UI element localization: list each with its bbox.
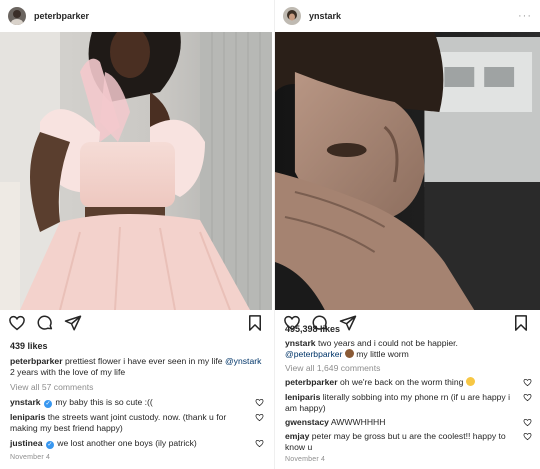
more-options-icon[interactable]: ··· bbox=[518, 10, 532, 22]
bookmark-icon[interactable] bbox=[512, 314, 530, 332]
paper-plane-icon[interactable] bbox=[64, 314, 82, 332]
verified-badge-icon: ✓ bbox=[43, 400, 52, 408]
bookmark-icon[interactable] bbox=[246, 314, 264, 332]
view-all-comments[interactable]: View all 1,649 comments bbox=[285, 363, 380, 373]
comment-heart-icon[interactable] bbox=[523, 378, 532, 387]
avatar[interactable] bbox=[283, 7, 301, 25]
post-username[interactable]: peterbparker bbox=[34, 11, 264, 21]
post-header: ynstark ··· bbox=[275, 0, 540, 32]
comment-username[interactable]: ynstark bbox=[10, 397, 41, 407]
comment-heart-icon[interactable] bbox=[255, 413, 264, 422]
post-username[interactable]: ynstark bbox=[309, 11, 518, 21]
comment-text: we lost another one boys (ily patrick) bbox=[57, 438, 197, 448]
post-date: November 4 bbox=[285, 456, 326, 463]
caption-username[interactable]: ynstark bbox=[285, 338, 316, 348]
comment-heart-icon[interactable] bbox=[255, 398, 264, 407]
caption-mention[interactable]: @ynstark bbox=[225, 356, 261, 366]
comment-text: peter may be gross but u are the coolest… bbox=[285, 431, 506, 452]
comment-username[interactable]: emjay bbox=[285, 431, 309, 441]
brown-heart-icon bbox=[344, 349, 354, 358]
comment-username[interactable]: leniparis bbox=[285, 392, 320, 402]
caption-text: prettiest flower i have ever seen in my … bbox=[64, 356, 223, 366]
caption: ynstark two years and i could not be hap… bbox=[285, 338, 530, 360]
comment: peterbparker oh we're back on the worm t… bbox=[285, 377, 514, 388]
comment: ynstark ✓ my baby this is so cute :(( bbox=[10, 397, 246, 408]
verified-badge-icon: ✓ bbox=[45, 441, 54, 449]
post-peterbparker: peterbparker 439 likes peterbparker pret… bbox=[0, 0, 272, 469]
caption-text: two years and i could not be happier. bbox=[317, 338, 458, 348]
comment-heart-icon[interactable] bbox=[523, 432, 532, 441]
paper-plane-icon[interactable] bbox=[339, 314, 357, 332]
comment-heart-icon[interactable] bbox=[523, 393, 532, 402]
comment-bubble-icon[interactable] bbox=[36, 314, 54, 332]
smiling-face-emoji-icon bbox=[465, 377, 475, 386]
comment-username[interactable]: gwenstacy bbox=[285, 417, 329, 427]
comment: gwenstacy AWWWHHHH bbox=[285, 417, 514, 428]
post-ynstark: ynstark ··· 495,398 likes ynstark two ye… bbox=[274, 0, 540, 469]
comment-username[interactable]: justinea bbox=[10, 438, 42, 448]
comment-heart-icon[interactable] bbox=[255, 439, 264, 448]
comment-heart-icon[interactable] bbox=[523, 418, 532, 427]
comment: leniparis literally sobbing into my phon… bbox=[285, 392, 514, 414]
comment: leniparis the streets want joint custody… bbox=[10, 412, 246, 434]
post-date: November 4 bbox=[10, 454, 51, 461]
comment: justinea ✓ we lost another one boys (ily… bbox=[10, 438, 246, 449]
avatar[interactable] bbox=[8, 7, 26, 25]
comment-username[interactable]: leniparis bbox=[10, 412, 45, 422]
view-all-comments[interactable]: View all 57 comments bbox=[10, 382, 93, 392]
comment-username[interactable]: peterbparker bbox=[285, 377, 338, 387]
post-header: peterbparker bbox=[0, 0, 272, 32]
caption-text-continued: my little worm bbox=[356, 349, 409, 359]
caption-username[interactable]: peterbparker bbox=[10, 356, 63, 366]
like-count[interactable]: 439 likes bbox=[10, 341, 48, 351]
post-photo[interactable] bbox=[0, 32, 272, 310]
caption-mention[interactable]: @peterbparker bbox=[285, 349, 342, 359]
comment: emjay peter may be gross but u are the c… bbox=[285, 431, 514, 453]
like-count[interactable]: 495,398 likes bbox=[285, 324, 340, 334]
comment-text: my baby this is so cute :(( bbox=[55, 397, 153, 407]
comment-text: AWWWHHHH bbox=[330, 417, 386, 427]
caption-text-continued: 2 years with the love of my life bbox=[10, 367, 126, 377]
post-photo[interactable] bbox=[275, 32, 540, 310]
action-bar bbox=[0, 312, 272, 334]
heart-icon[interactable] bbox=[8, 314, 26, 332]
comment-text: oh we're back on the worm thing bbox=[339, 377, 464, 387]
caption: peterbparker prettiest flower i have eve… bbox=[10, 356, 262, 378]
